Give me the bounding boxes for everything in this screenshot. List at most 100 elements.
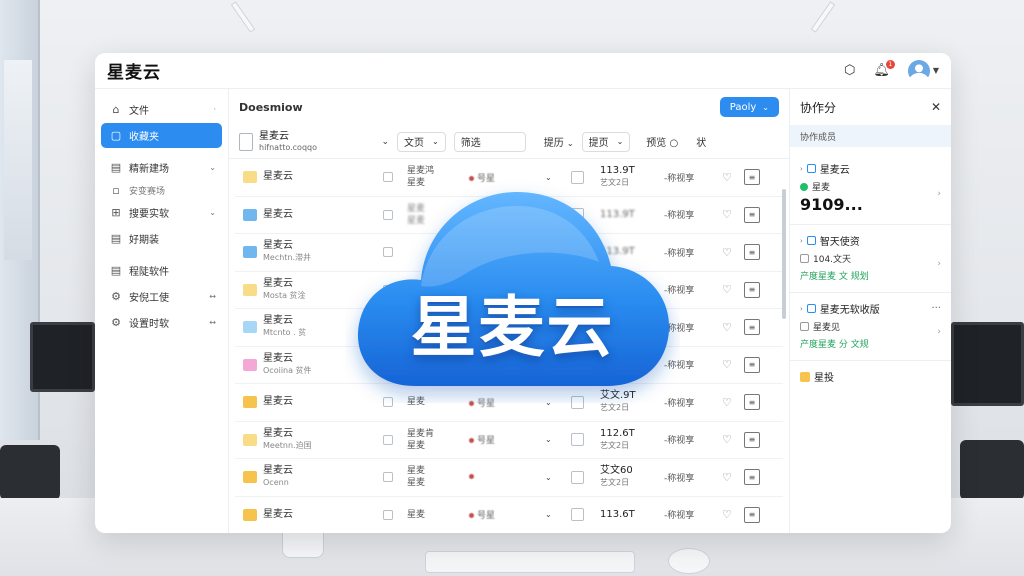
document-icon[interactable]: ≡ [744,319,760,336]
sidebar-item-label: 好期装 [129,235,159,246]
checkbox-icon [800,254,809,263]
row-checkbox[interactable] [571,508,584,522]
chevron-down-icon[interactable]: ⌄ [545,510,571,519]
row-checkbox[interactable] [571,470,584,484]
heart-icon[interactable]: ♡ [722,171,744,184]
bell-icon[interactable]: 🔔︎ 1 [873,60,895,78]
file-icon [806,304,816,313]
sidebar-item-arrow: ↔ [209,292,216,301]
ceiling-lamp [810,1,836,33]
close-icon[interactable]: ✕ [931,100,941,114]
scrollbar[interactable] [782,189,786,319]
sidebar-item-label: 收藏夹 [129,132,159,143]
document-icon[interactable]: ≡ [744,206,760,223]
more-filter[interactable]: 状 [696,134,706,149]
home-icon: ⌂ [112,103,120,116]
document-icon[interactable]: ≡ [744,356,760,373]
chevron-down-icon[interactable]: ⌄ [545,473,571,482]
heart-icon[interactable]: ♡ [722,246,744,259]
heart-icon[interactable]: ♡ [722,321,744,334]
primary-button[interactable]: Paoly ⌄ [719,97,779,117]
sidebar-item[interactable]: ⚙ 安倪工使 ↔ [101,284,222,309]
sidebar-item[interactable]: ▤ 精新建场 ⌄ [101,155,222,180]
owner: 星麦鸿 [407,166,435,177]
file-icon [806,236,816,245]
sidebar-item[interactable]: ▤ 好期装 [101,226,222,251]
folder-title: 星麦云 [259,130,289,142]
primary-button-label: Paoly [729,101,757,113]
file-size-sub: 艺文2日 [600,478,630,488]
background-chair [960,440,1024,500]
file-icon [243,246,257,259]
sidebar-item[interactable]: ▤ 程陡软件 [101,258,222,283]
row-checkbox[interactable] [383,472,393,483]
sidebar-item[interactable]: ▫ 安变赛场 [101,181,222,199]
more-icon[interactable]: ··· [931,303,941,314]
chevron-down-icon: ⌄ [432,137,439,146]
heart-icon[interactable]: ♡ [722,208,744,221]
sidebar-item[interactable]: ⊞ 搜要实软 ⌄ [101,200,222,225]
view-toggle[interactable]: 预览 ○ [646,134,678,149]
file-icon [243,508,257,521]
sort2-select[interactable]: 提页 ⌄ [581,131,631,152]
heart-icon[interactable]: ♡ [722,283,744,296]
file-name: 星麦云 [263,465,293,477]
sidebar-item[interactable]: ⌂ 文件 · [101,97,222,122]
document-icon[interactable]: ≡ [744,244,760,261]
document-icon[interactable]: ≡ [744,394,760,411]
avatar [907,59,930,82]
tag: 号星 [477,511,496,522]
sidebar-item-label: 文件 [129,106,149,117]
sidebar-item[interactable]: ▢ 收藏夹 [101,123,222,148]
heart-icon[interactable]: ♡ [722,471,744,484]
status-dot [800,182,808,191]
user-menu[interactable]: ▼ [907,59,939,82]
checkbox-icon [800,322,809,331]
table-row[interactable]: 星麦云 Ocenn 星麦 星麦 ⌄ 艾文60 艺文2日 -称视享 ♡ ≡ [235,459,783,497]
file-icon [243,208,257,221]
chevron-down-icon[interactable]: ⌄ [545,435,571,444]
row-checkbox[interactable] [383,509,393,520]
card-title: 星投 [814,373,834,384]
panel-card[interactable]: 星投 [790,361,951,394]
document-icon[interactable]: ≡ [744,169,760,186]
tag-dot [469,438,474,444]
settings-icon[interactable]: ⬡ [844,63,855,78]
gear-icon: ⚙ [111,290,121,303]
card-title: 智天使资 [819,237,860,248]
type-select[interactable]: 文页 ⌄ [397,131,446,152]
caret-right-icon: › [800,236,803,245]
card-title: 星麦云 [819,165,850,176]
owner: 星麦 [407,466,426,477]
caret-right-icon: › [800,164,803,173]
view-label: 预览 [646,138,667,149]
panel-card[interactable]: › 智天使资 104.文天 产度星麦 文 规划 › [790,225,951,293]
file-size: 艾文60 [600,465,633,477]
document-icon[interactable]: ≡ [744,506,760,523]
panel-card[interactable]: › 星麦无软收版 ··· 星麦见 产度星麦 分 文规 › [790,293,951,361]
doc-icon: ▤ [110,161,122,174]
row-checkbox[interactable] [383,434,393,445]
heart-icon[interactable]: ♡ [722,396,744,409]
file-icon [806,164,816,173]
sidebar-item[interactable]: ⚙ 设置时软 ↔ [101,310,222,335]
sidebar-item-label: 安变赛场 [129,186,166,197]
panel-title: 协作分 [800,100,837,115]
heart-icon[interactable]: ♡ [722,433,744,446]
document-icon[interactable]: ≡ [744,469,760,486]
folder-selector[interactable]: 星麦云 hifnatto.coqqo ⌄ [239,131,389,153]
table-row[interactable]: 星麦云 Meetnn.迫国 星麦肯 星麦 号星 ⌄ 112.6T 艺文2日 -称视享 ♡ ≡ [235,422,783,459]
caret-right-icon: › [800,304,803,313]
sort-select[interactable]: 提历 ⌄ [544,134,574,149]
document-icon[interactable]: ≡ [744,281,760,298]
panel-card[interactable]: › 星麦云 星麦 9109... › [790,153,951,225]
document-icon[interactable]: ≡ [744,431,760,448]
row-checkbox[interactable] [571,433,584,447]
search-input[interactable]: 筛选 [453,131,526,152]
collaboration-panel: 协作分 ✕ 协作成员 › 星麦云 星麦 9109... › › 智天使资 104.文… [789,89,951,533]
doc-icon: ▤ [110,232,122,245]
table-row[interactable]: 星麦云 星麦 号星 ⌄ 113.6T -称视享 ♡ ≡ [235,497,783,534]
chevron-down-icon: ⌄ [616,137,624,146]
heart-icon[interactable]: ♡ [722,358,744,371]
heart-icon[interactable]: ♡ [722,508,744,521]
